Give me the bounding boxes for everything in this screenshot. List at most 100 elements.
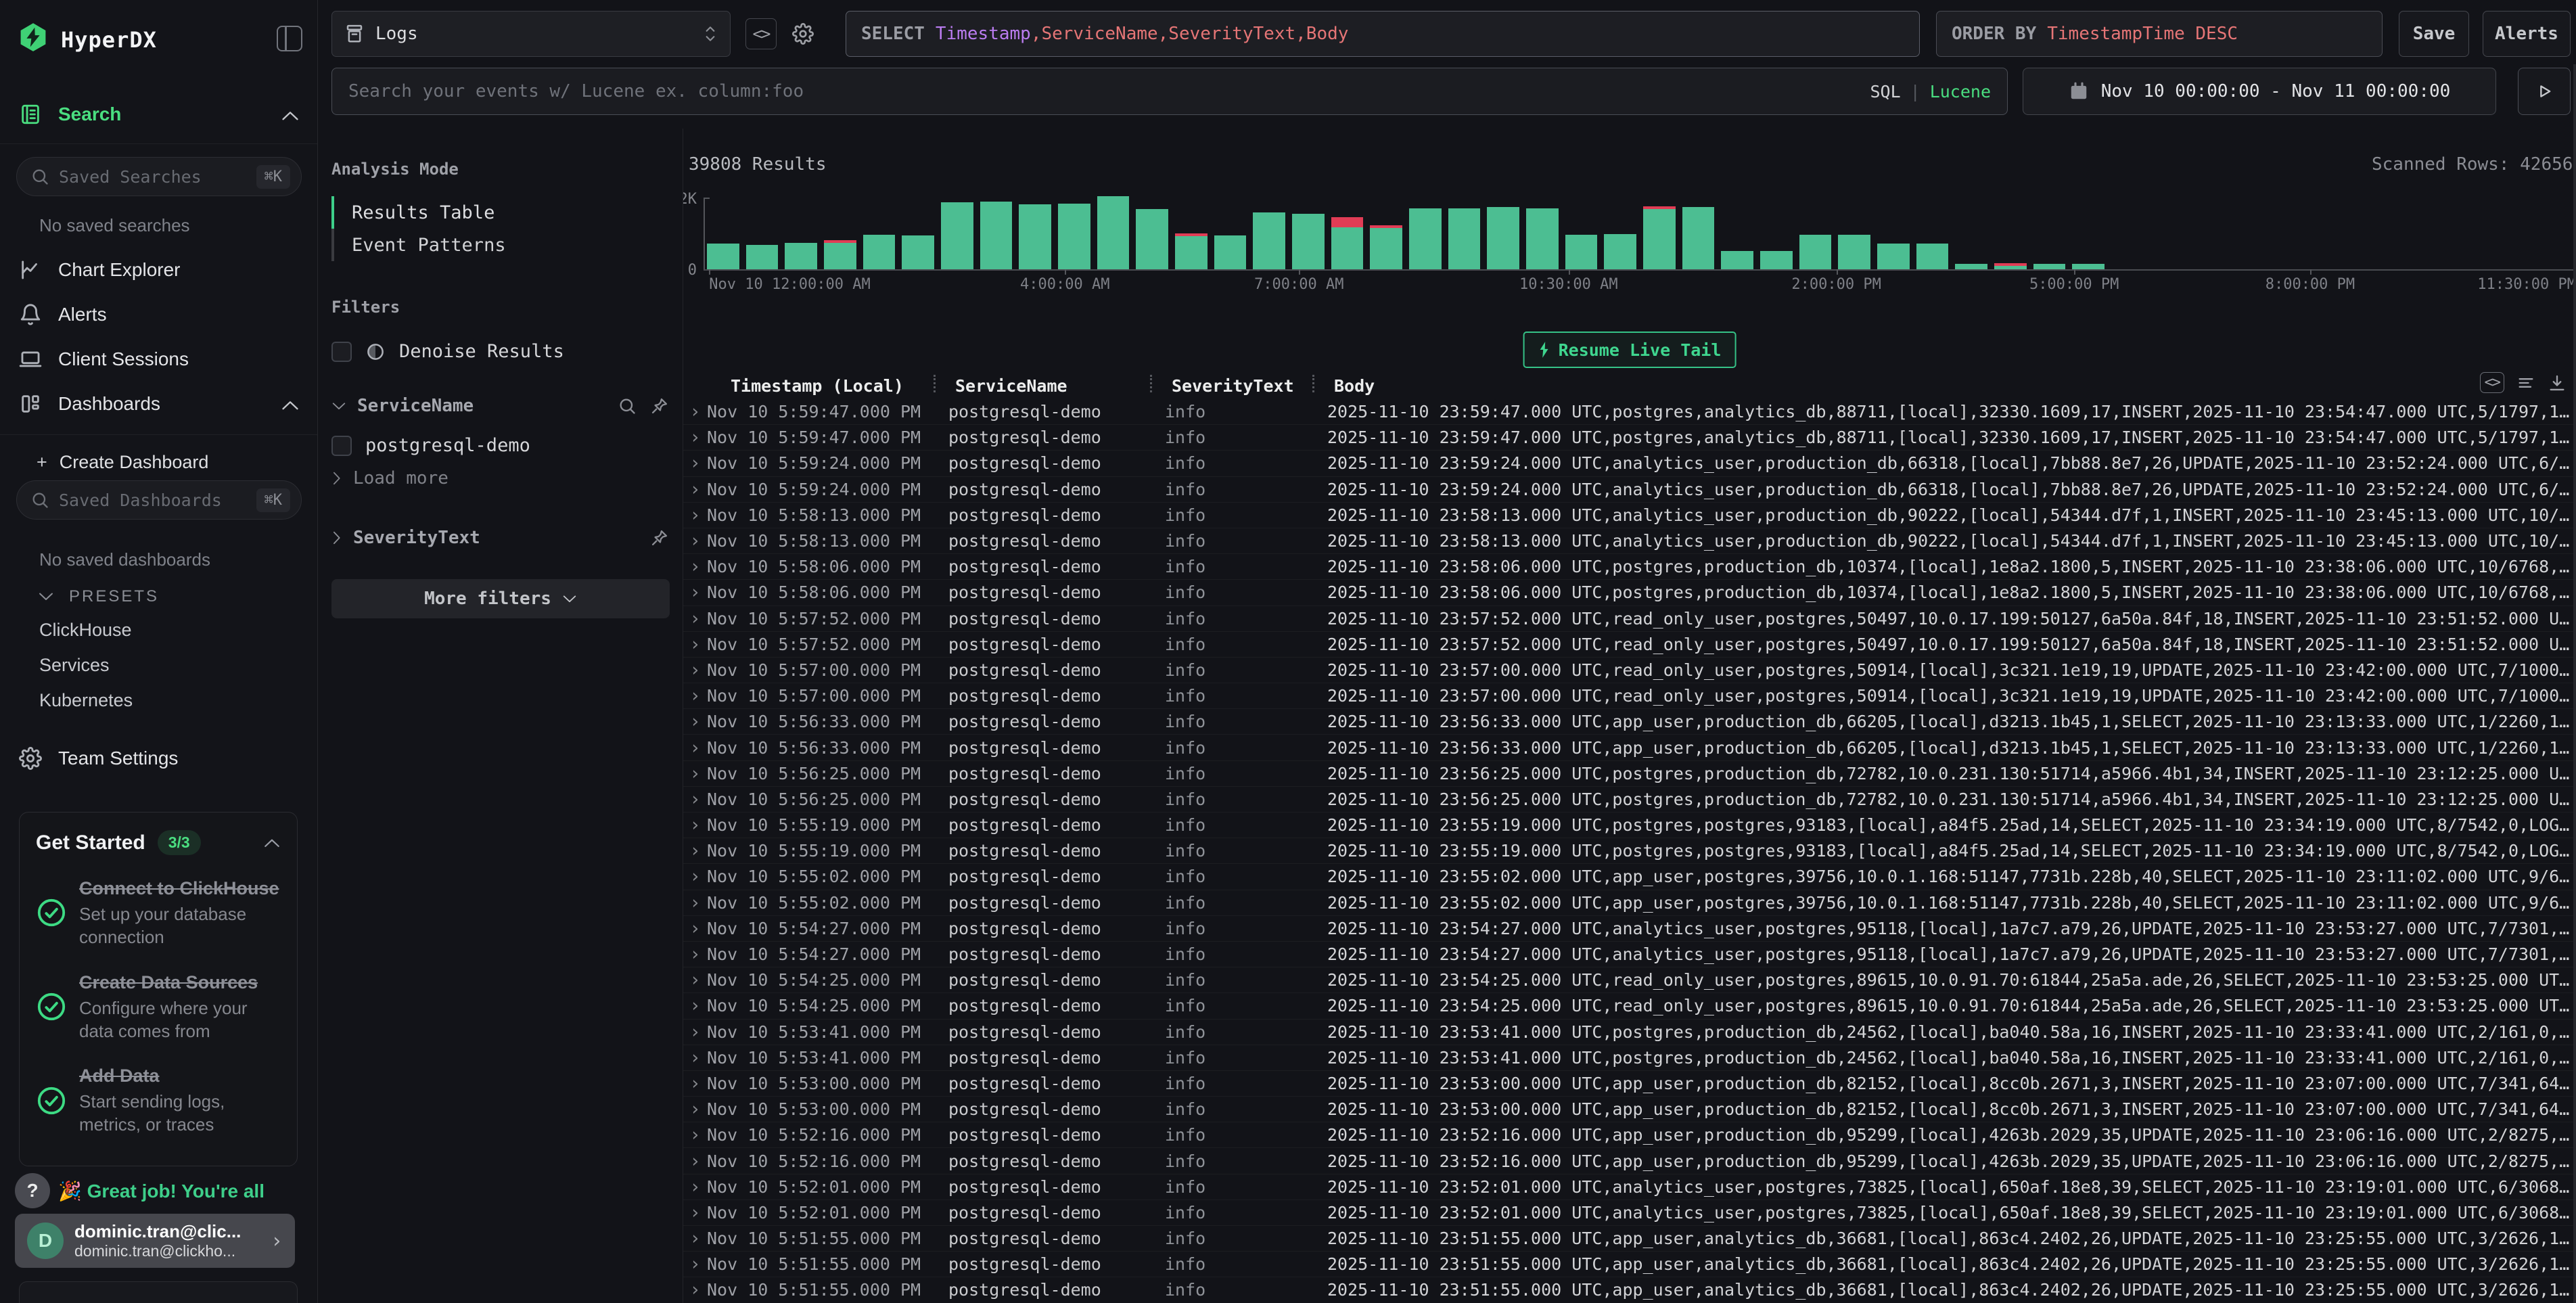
histogram-bar[interactable] [1679,207,1718,269]
scrollbar-track[interactable] [2573,64,2576,1303]
table-row[interactable]: ›Nov 10 5:57:00.000 PMpostgresql-demoinf… [683,683,2576,709]
denoise-checkbox[interactable] [331,342,352,362]
histogram-bar[interactable] [1015,204,1055,269]
row-expand-chevron[interactable]: › [683,737,707,758]
search-icon[interactable] [618,396,637,415]
table-row[interactable]: ›Nov 10 5:56:33.000 PMpostgresql-demoinf… [683,709,2576,735]
sql-toggle[interactable]: SQL [1870,82,1900,101]
histogram-bar[interactable] [1874,244,1913,269]
table-row[interactable]: ›Nov 10 5:56:25.000 PMpostgresql-demoinf… [683,787,2576,813]
row-expand-chevron[interactable]: › [683,582,707,603]
row-expand-chevron[interactable]: › [683,1279,707,1300]
presets-header[interactable]: PRESETS [38,587,159,606]
chevron-up-icon[interactable] [263,838,281,848]
row-expand-chevron[interactable]: › [683,969,707,990]
service-checkbox[interactable] [331,436,352,456]
row-expand-chevron[interactable]: › [683,685,707,706]
row-expand-chevron[interactable]: › [683,918,707,939]
histogram-bar[interactable] [1406,208,1445,269]
preset-item[interactable]: Kubernetes [39,690,133,711]
search-input[interactable]: Search your events w/ Lucene ex. column:… [331,68,2008,115]
row-expand-chevron[interactable]: › [683,1047,707,1068]
row-expand-chevron[interactable]: › [683,1124,707,1145]
date-range-picker[interactable]: Nov 10 00:00:00 - Nov 11 00:00:00 [2023,68,2496,115]
histogram-bar[interactable] [1484,207,1523,269]
save-button[interactable]: Save [2399,11,2469,57]
column-resize-handle[interactable] [1312,375,1314,392]
row-expand-chevron[interactable]: › [683,556,707,577]
language-toggle[interactable]: SQL | Lucene [1870,82,1991,101]
get-started-item[interactable]: Create Data SourcesConfigure where your … [36,971,281,1043]
filter-group-servicename[interactable]: ServiceName [331,396,669,416]
download-icon[interactable] [2548,373,2567,392]
table-row[interactable]: ›Nov 10 5:59:47.000 PMpostgresql-demoinf… [683,399,2576,425]
sidebar-item-alerts[interactable]: Alerts [19,303,107,326]
histogram-bar[interactable] [1913,244,1952,269]
mode-event-patterns[interactable]: Event Patterns [331,229,669,261]
table-row[interactable]: ›Nov 10 5:58:06.000 PMpostgresql-demoinf… [683,554,2576,580]
row-expand-chevron[interactable]: › [683,711,707,732]
histogram-bar[interactable] [1172,233,1211,269]
sidebar-item-search[interactable]: Search [19,103,121,126]
row-expand-chevron[interactable]: › [683,634,707,655]
create-dashboard-button[interactable]: + Create Dashboard [37,452,208,473]
row-expand-chevron[interactable]: › [683,453,707,474]
row-expand-chevron[interactable]: › [683,608,707,629]
histogram-bar[interactable] [1991,263,2030,269]
pin-icon[interactable] [650,396,669,415]
table-row[interactable]: ›Nov 10 5:54:27.000 PMpostgresql-demoinf… [683,942,2576,967]
table-row[interactable]: ›Nov 10 5:59:24.000 PMpostgresql-demoinf… [683,451,2576,476]
table-row[interactable]: ›Nov 10 5:57:52.000 PMpostgresql-demoinf… [683,606,2576,632]
preset-item[interactable]: Services [39,655,133,676]
table-row[interactable]: ›Nov 10 5:54:25.000 PMpostgresql-demoinf… [683,993,2576,1019]
row-expand-chevron[interactable]: › [683,995,707,1016]
row-expand-chevron[interactable]: › [683,840,707,861]
histogram-bar[interactable] [1718,251,1757,269]
table-row[interactable]: ›Nov 10 5:55:02.000 PMpostgresql-demoinf… [683,890,2576,916]
source-settings-button[interactable] [787,18,819,49]
load-more-button[interactable]: Load more [331,468,669,488]
lucene-toggle[interactable]: Lucene [1930,82,1991,101]
row-expand-chevron[interactable]: › [683,866,707,887]
histogram-bar[interactable] [1055,204,1094,269]
sidebar-item-dashboards[interactable]: Dashboards [19,392,160,415]
chevron-up-icon[interactable] [281,110,300,122]
table-row[interactable]: ›Nov 10 5:56:33.000 PMpostgresql-demoinf… [683,735,2576,760]
table-row[interactable]: ›Nov 10 5:56:25.000 PMpostgresql-demoinf… [683,761,2576,787]
histogram-bar[interactable] [1523,208,1562,269]
histogram-bar[interactable] [977,202,1016,269]
get-started-item[interactable]: Connect to ClickHouseSet up your databas… [36,877,281,949]
alerts-button[interactable]: Alerts [2483,11,2571,57]
histogram-bar[interactable] [1562,235,1601,269]
table-row[interactable]: ›Nov 10 5:51:55.000 PMpostgresql-demoinf… [683,1226,2576,1252]
table-row[interactable]: ›Nov 10 5:51:55.000 PMpostgresql-demoinf… [683,1252,2576,1277]
histogram-bar[interactable] [1249,212,1289,269]
row-expand-chevron[interactable]: › [683,1073,707,1094]
row-expand-chevron[interactable]: › [683,660,707,681]
table-row[interactable]: ›Nov 10 5:57:52.000 PMpostgresql-demoinf… [683,632,2576,658]
filter-group-severitytext[interactable]: SeverityText [331,528,669,548]
histogram-bar[interactable] [1952,264,1991,269]
row-expand-chevron[interactable]: › [683,401,707,422]
histogram-bar[interactable] [860,235,899,269]
histogram-bar[interactable] [1366,225,1406,269]
more-filters-button[interactable]: More filters [331,579,670,618]
row-expand-chevron[interactable]: › [683,1254,707,1275]
table-row[interactable]: ›Nov 10 5:52:16.000 PMpostgresql-demoinf… [683,1148,2576,1174]
table-row[interactable]: ›Nov 10 5:58:13.000 PMpostgresql-demoinf… [683,503,2576,528]
row-expand-chevron[interactable]: › [683,892,707,913]
col-timestamp[interactable]: Timestamp (Local) [707,376,948,396]
select-columns-input[interactable]: SELECT Timestamp ,ServiceName,SeverityTe… [846,11,1920,57]
orderby-input[interactable]: ORDER BY TimestampTime DESC [1936,11,2383,57]
table-row[interactable]: ›Nov 10 5:59:47.000 PMpostgresql-demoinf… [683,425,2576,451]
table-row[interactable]: ›Nov 10 5:52:01.000 PMpostgresql-demoinf… [683,1174,2576,1200]
row-expand-chevron[interactable]: › [683,479,707,500]
sidebar-item-chart-explorer[interactable]: Chart Explorer [19,258,181,281]
table-row[interactable]: ›Nov 10 5:58:13.000 PMpostgresql-demoinf… [683,528,2576,554]
row-expand-chevron[interactable]: › [683,1151,707,1172]
histogram-bar[interactable] [1796,235,1835,269]
filter-value-row[interactable]: postgresql-demo [331,435,669,456]
row-expand-chevron[interactable]: › [683,1202,707,1223]
pin-icon[interactable] [650,528,669,547]
histogram-bar[interactable] [1835,235,1874,269]
